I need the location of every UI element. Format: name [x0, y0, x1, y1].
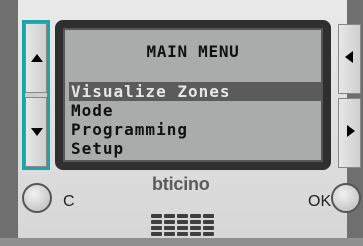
menu-item-setup[interactable]: Setup [69, 139, 321, 158]
device-panel: MAIN MENU Visualize Zones Mode Programmi… [0, 0, 363, 246]
ok-button[interactable] [331, 183, 361, 213]
right-arrow-icon [347, 125, 355, 137]
up-button[interactable] [25, 23, 47, 93]
menu-item-programming[interactable]: Programming [69, 120, 321, 139]
menu-item-mode[interactable]: Mode [69, 101, 321, 120]
left-arrow-icon [345, 51, 353, 63]
lcd-screen: MAIN MENU Visualize Zones Mode Programmi… [63, 28, 323, 162]
menu-list: Visualize Zones Mode Programming Setup [69, 82, 321, 158]
menu-item-visualize-zones[interactable]: Visualize Zones [69, 82, 321, 101]
menu-title: MAIN MENU [146, 42, 240, 61]
brand-logo: bticino [152, 174, 210, 194]
c-button[interactable] [22, 183, 52, 213]
ok-button-label: OK [308, 193, 332, 210]
left-bezel [0, 0, 18, 246]
down-button[interactable] [25, 97, 47, 167]
bottom-shadow [0, 238, 363, 246]
down-arrow-icon [31, 128, 43, 136]
up-arrow-icon [31, 54, 43, 62]
left-button[interactable] [338, 24, 361, 94]
speaker-grille [151, 214, 214, 236]
right-button[interactable] [338, 98, 361, 168]
up-down-navigation-group [22, 20, 50, 170]
c-button-label: C [63, 193, 75, 210]
